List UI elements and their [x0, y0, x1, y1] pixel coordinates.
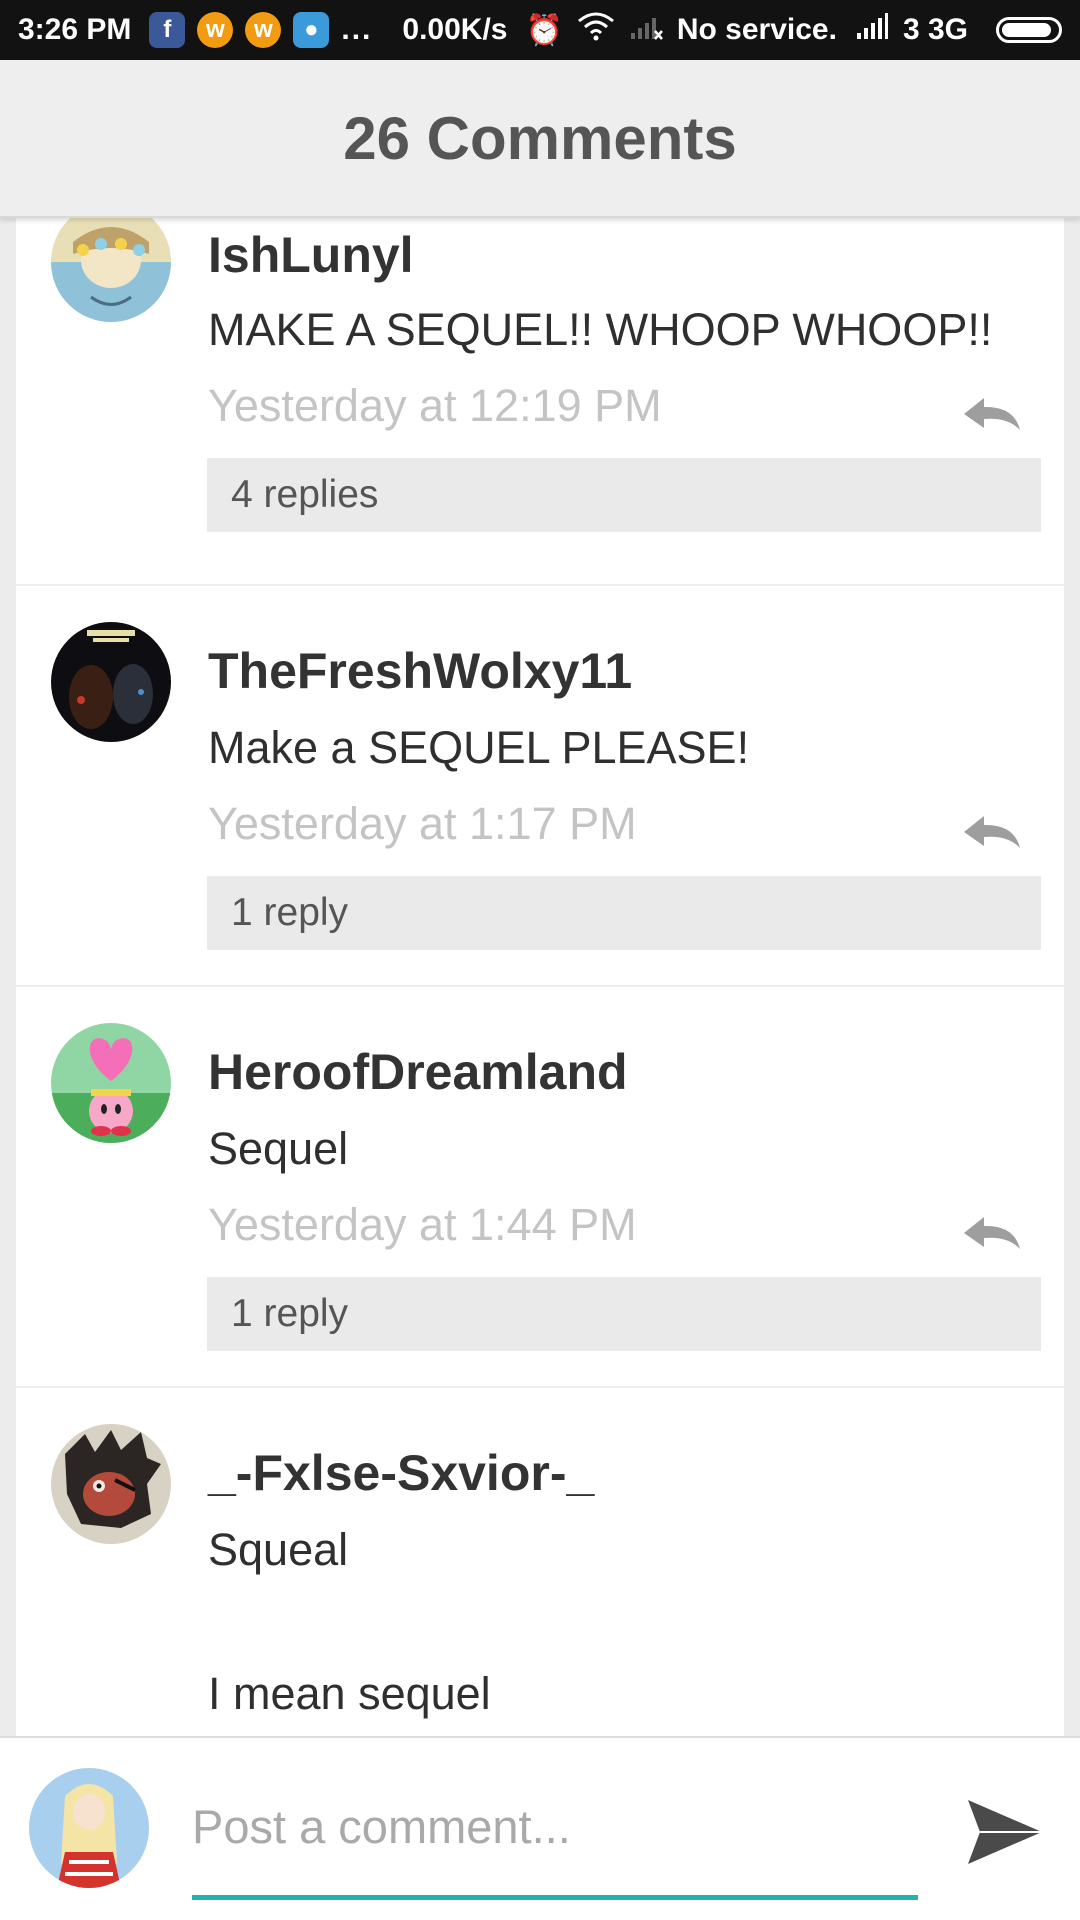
status-time: 3:26 PM	[18, 13, 132, 46]
wattpad-icon: w	[245, 12, 282, 48]
reply-icon[interactable]	[962, 812, 1022, 852]
input-underline	[192, 1895, 918, 1900]
comment-author[interactable]: _-Fxlse-Sxvior-_	[208, 1444, 594, 1502]
comment-text: I mean sequel	[208, 1668, 491, 1719]
comment-item: HeroofDreamland Sequel Yesterday at 1:44…	[16, 987, 1064, 1388]
comment-item: IshLunyl MAKE A SEQUEL!! WHOOP WHOOP!! Y…	[16, 216, 1064, 586]
network-speed: 0.00K/s	[402, 13, 508, 46]
signal-icon	[855, 11, 889, 49]
comment-compose-bar	[0, 1736, 1080, 1920]
comment-item: _-Fxlse-Sxvior-_ Squeal I mean sequel	[16, 1388, 1064, 1736]
comment-timestamp: Yesterday at 12:19 PM	[208, 380, 662, 431]
wattpad-icon: w	[197, 12, 234, 48]
avatar[interactable]	[51, 622, 171, 742]
battery-icon	[995, 17, 1062, 43]
view-replies-button[interactable]: 1 reply	[207, 1277, 1041, 1351]
comment-list[interactable]: IshLunyl MAKE A SEQUEL!! WHOOP WHOOP!! Y…	[16, 216, 1064, 1736]
more-notifications-icon: ...	[341, 13, 373, 46]
facebook-icon: f	[149, 12, 186, 48]
avatar[interactable]	[51, 1023, 171, 1143]
view-replies-button[interactable]: 4 replies	[207, 458, 1041, 532]
page-title: 26 Comments	[343, 104, 737, 172]
status-bar: 3:26 PM f w w ● ... 0.00K/s ⏰ No service…	[0, 0, 1080, 60]
avatar[interactable]	[51, 1424, 171, 1544]
carrier-label: No service.	[676, 13, 837, 46]
reply-icon[interactable]	[962, 394, 1022, 434]
current-user-avatar	[29, 1768, 149, 1888]
comment-text: Sequel	[208, 1123, 349, 1174]
comment-input[interactable]	[192, 1796, 916, 1856]
wifi-icon	[577, 11, 615, 49]
comment-text: Make a SEQUEL PLEASE!	[208, 722, 750, 773]
avatar[interactable]	[51, 216, 171, 322]
comment-timestamp: Yesterday at 1:44 PM	[208, 1199, 637, 1250]
send-icon	[968, 1800, 1042, 1864]
send-button[interactable]	[962, 1790, 1046, 1874]
comment-author[interactable]: IshLunyl	[208, 226, 414, 284]
battery-level	[1001, 23, 1051, 37]
comment-text: Squeal	[208, 1524, 349, 1575]
comment-timestamp: Yesterday at 1:17 PM	[208, 798, 637, 849]
network-type: 3 3G	[902, 13, 968, 46]
reply-icon[interactable]	[962, 1213, 1022, 1253]
comment-item: TheFreshWolxy11 Make a SEQUEL PLEASE! Ye…	[16, 586, 1064, 987]
comment-author[interactable]: HeroofDreamland	[208, 1043, 628, 1101]
messenger-icon: ●	[293, 12, 330, 48]
no-signal-icon	[629, 11, 663, 49]
comments-header: 26 Comments	[0, 60, 1080, 218]
comment-text: MAKE A SEQUEL!! WHOOP WHOOP!!	[208, 304, 993, 355]
alarm-icon: ⏰	[525, 13, 563, 47]
comment-author[interactable]: TheFreshWolxy11	[208, 642, 632, 700]
view-replies-button[interactable]: 1 reply	[207, 876, 1041, 950]
